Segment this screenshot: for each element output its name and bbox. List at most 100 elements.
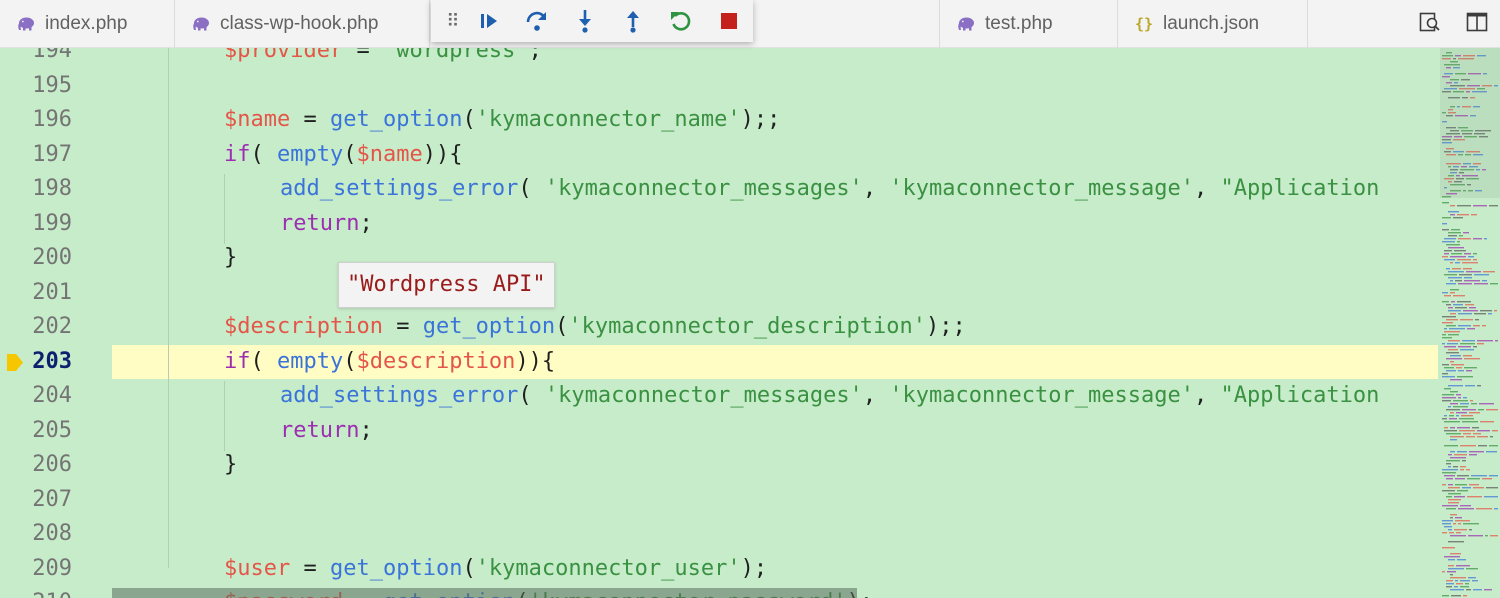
code-keyword: if [224, 348, 251, 374]
code-line[interactable]: $user = get_option('kymaconnector_user')… [112, 552, 1438, 587]
minimap-stroke [1457, 259, 1471, 261]
minimap-stroke [1447, 343, 1458, 345]
horizontal-scrollbar[interactable] [112, 588, 857, 598]
code-punctuation: , [862, 176, 890, 201]
step-over-button[interactable] [521, 5, 553, 37]
minimap-stroke [1486, 409, 1498, 411]
drag-handle-icon[interactable]: ⠿ [437, 5, 469, 37]
minimap-stroke [1482, 478, 1492, 480]
minimap-stroke [1442, 292, 1448, 294]
code-line[interactable]: if( empty($name)){ [112, 138, 1438, 173]
minimap-stroke [1442, 469, 1458, 471]
minimap-stroke [1442, 223, 1447, 225]
code-line[interactable]: return; [112, 207, 1438, 242]
open-changes-icon [1418, 10, 1442, 38]
minimap-stroke [1457, 241, 1460, 243]
minimap-stroke [1442, 241, 1455, 243]
minimap-stroke [1462, 460, 1466, 462]
minimap-stroke [1484, 238, 1487, 240]
minimap-stroke [1442, 523, 1451, 525]
minimap-stroke [1458, 370, 1464, 372]
minimap-stroke [1446, 352, 1459, 354]
minimap-stroke [1490, 535, 1498, 537]
tab-index-php[interactable]: index.php [0, 0, 175, 48]
minimap-stroke [1484, 589, 1492, 591]
minimap-stroke [1462, 421, 1478, 423]
code-line[interactable]: add_settings_error( 'kymaconnector_messa… [112, 172, 1438, 207]
minimap-stroke [1473, 589, 1482, 591]
code-line[interactable] [112, 276, 1438, 311]
minimap-stroke [1477, 436, 1488, 438]
minimap-stroke [1442, 400, 1451, 402]
continue-button[interactable] [473, 5, 505, 37]
minimap-slider[interactable] [1440, 48, 1500, 198]
minimap-stroke [1450, 280, 1453, 282]
code-line[interactable]: return; [112, 414, 1438, 449]
code-line[interactable]: } [112, 241, 1438, 276]
minimap-stroke [1465, 385, 1475, 387]
code-line[interactable]: $description = get_option('kymaconnector… [112, 310, 1438, 345]
minimap-stroke [1451, 364, 1464, 366]
line-number: 200 [32, 245, 72, 270]
minimap-stroke [1466, 568, 1478, 570]
line-number: 208 [32, 521, 72, 546]
tab-class-wp-hook-php[interactable]: class-wp-hook.php [175, 0, 430, 48]
minimap-stroke [1460, 349, 1474, 351]
minimap-stroke [1489, 475, 1498, 477]
code-line[interactable] [112, 483, 1438, 518]
minimap-stroke [1464, 253, 1471, 255]
code-line[interactable]: if( empty($description)){ [112, 344, 1438, 379]
stop-button[interactable] [713, 5, 745, 37]
line-number: 204 [32, 383, 72, 408]
restart-button[interactable] [665, 5, 697, 37]
code-line[interactable] [112, 69, 1438, 104]
split-editor-button[interactable] [1462, 9, 1492, 39]
minimap-stroke [1458, 523, 1461, 525]
minimap-stroke [1463, 433, 1471, 435]
minimap-stroke [1448, 235, 1457, 237]
minimap-stroke [1450, 535, 1466, 537]
json-braces-icon: {} [1134, 15, 1154, 33]
minimap-stroke [1458, 325, 1471, 327]
breakpoint-arrow-icon[interactable] [7, 353, 23, 375]
minimap-stroke [1463, 355, 1472, 357]
line-number-gutter[interactable]: 194 195 196 197 198 199 200 201 202 203 204 205 206 2… [0, 48, 112, 598]
minimap-stroke [1456, 565, 1470, 567]
minimap-stroke [1449, 418, 1457, 420]
tab-launch-json[interactable]: {} launch.json [1118, 0, 1308, 48]
step-over-icon [526, 11, 547, 31]
code-area[interactable]: $provider = 'wordpress'; $name = get_opti… [112, 48, 1438, 598]
code-line[interactable]: } [112, 448, 1438, 483]
php-elephant-icon [15, 16, 37, 32]
code-line[interactable]: add_settings_error( 'kymaconnector_messa… [112, 379, 1438, 414]
minimap-stroke [1442, 364, 1449, 366]
minimap-stroke [1495, 340, 1498, 342]
minimap-stroke [1450, 214, 1455, 216]
minimap-stroke [1458, 238, 1471, 240]
tab-test-php[interactable]: test.php [940, 0, 1118, 48]
minimap-stroke [1450, 427, 1455, 429]
code-punctuation: ; [528, 48, 542, 63]
minimap-stroke [1477, 340, 1493, 342]
code-line[interactable] [112, 517, 1438, 552]
minimap-stroke [1479, 403, 1494, 405]
code-line-content: add_settings_error( 'kymaconnector_messa… [280, 172, 1379, 207]
code-line[interactable]: $provider = 'wordpress'; [112, 48, 1438, 69]
code-line[interactable]: $name = get_option('kymaconnector_name')… [112, 103, 1438, 138]
step-out-button[interactable] [617, 5, 649, 37]
minimap-stroke [1463, 310, 1478, 312]
minimap-stroke [1451, 253, 1462, 255]
minimap-stroke [1483, 271, 1495, 273]
minimap[interactable] [1440, 48, 1500, 598]
step-into-button[interactable] [569, 5, 601, 37]
open-changes-button[interactable] [1415, 9, 1445, 39]
code-function: get_option [422, 314, 556, 339]
minimap-stroke [1450, 451, 1455, 453]
minimap-stroke [1446, 478, 1453, 480]
minimap-stroke [1473, 433, 1481, 435]
minimap-stroke [1446, 460, 1460, 462]
minimap-stroke [1442, 520, 1453, 522]
code-editor[interactable]: 194 195 196 197 198 199 200 201 202 203 204 205 206 2… [0, 48, 1500, 598]
minimap-stroke [1450, 574, 1453, 576]
minimap-stroke [1457, 490, 1468, 492]
